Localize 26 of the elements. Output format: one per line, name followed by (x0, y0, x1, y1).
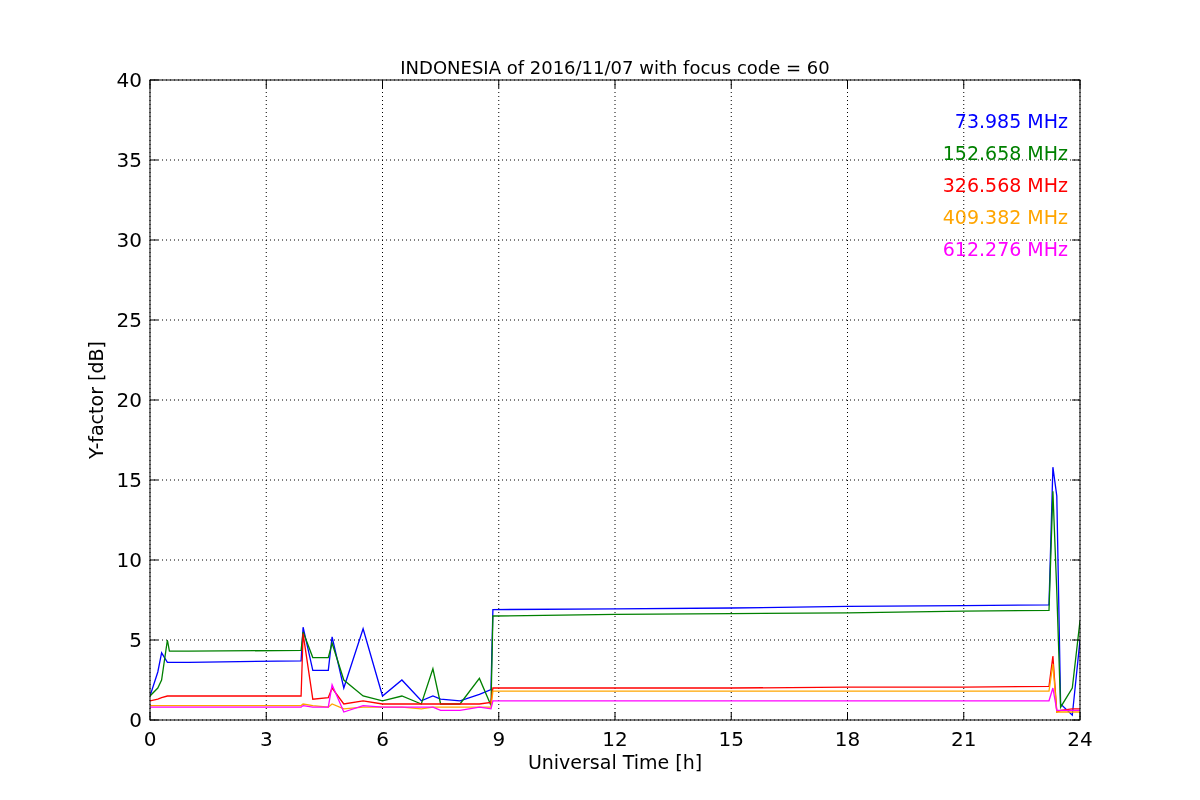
tick-label: 15 (116, 468, 142, 492)
tick-label: 10 (116, 548, 142, 572)
tick-label: 9 (492, 727, 506, 751)
tick-label: 25 (116, 308, 142, 332)
tick-label: 3 (259, 727, 273, 751)
tick-label: 20 (116, 388, 142, 412)
tick-label: 5 (129, 628, 142, 652)
tick-label: 30 (116, 228, 142, 252)
legend-label: 612.276 MHz (942, 238, 1068, 260)
axis-label: Universal Time [h] (527, 751, 703, 773)
tick-label: 0 (143, 727, 157, 751)
tick-label: 0 (129, 708, 142, 732)
legend-label: 73.985 MHz (954, 110, 1068, 132)
legend-label: 152.658 MHz (942, 142, 1068, 164)
tick-label: 15 (718, 727, 744, 751)
tick-label: 40 (116, 68, 142, 92)
chart-title: INDONESIA of 2016/11/07 with focus code = 60 (400, 57, 830, 78)
tick-label: 35 (116, 148, 142, 172)
tick-label: 12 (602, 727, 628, 751)
tick-label: 6 (376, 727, 389, 751)
legend-label: 326.568 MHz (942, 174, 1068, 196)
tick-label: 21 (951, 727, 977, 751)
axis-label: Y-factor [dB] (85, 341, 107, 459)
legend-label: 409.382 MHz (942, 206, 1068, 228)
tick-label: 18 (834, 727, 861, 751)
tick-label: 24 (1067, 727, 1093, 751)
